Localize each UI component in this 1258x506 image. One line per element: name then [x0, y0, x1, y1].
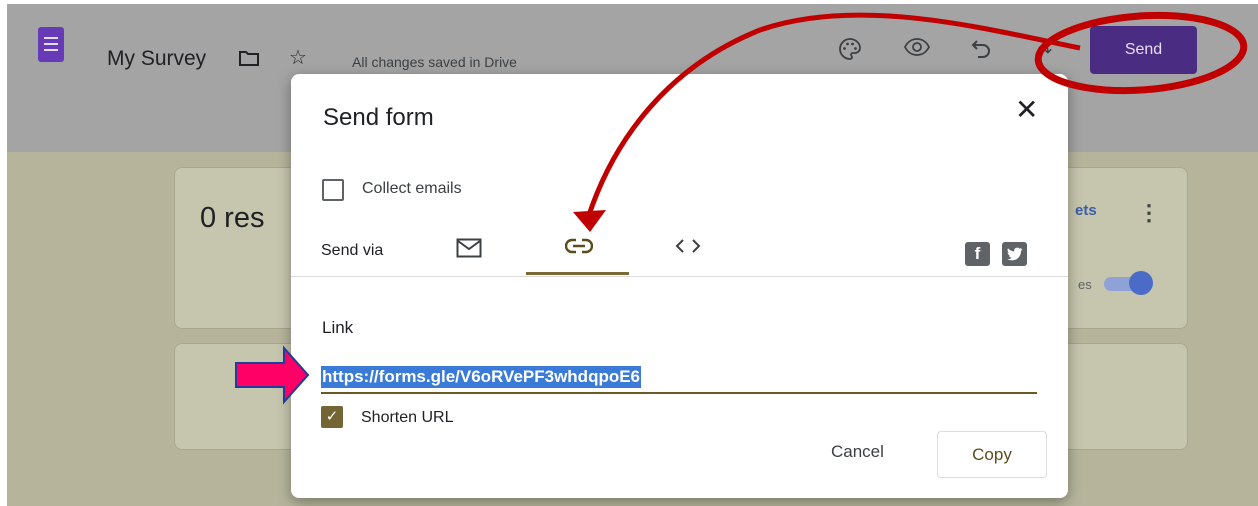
mail-icon	[456, 238, 482, 258]
forms-logo-icon[interactable]	[38, 27, 64, 62]
tabs-divider	[291, 276, 1068, 277]
responses-count: 0 res	[200, 202, 265, 234]
facebook-icon[interactable]: f	[965, 242, 990, 266]
collect-emails-checkbox[interactable]	[322, 179, 344, 201]
send-via-label: Send via	[321, 242, 384, 259]
accepting-responses-label: es	[1078, 277, 1092, 292]
star-icon[interactable]: ☆	[289, 48, 307, 68]
link-url-field[interactable]: https://forms.gle/V6oRVePF3whdqpoE6	[321, 366, 642, 388]
send-button[interactable]: Send	[1090, 26, 1197, 74]
redo-icon[interactable]: ↷	[1037, 40, 1052, 62]
link-label: Link	[322, 318, 354, 337]
more-options-icon[interactable]: ⋮	[1138, 200, 1160, 226]
collect-emails-label: Collect emails	[362, 180, 462, 197]
dialog-title: Send form	[323, 104, 434, 131]
tab-embed[interactable]	[675, 238, 701, 259]
palette-icon[interactable]	[838, 37, 862, 65]
tab-link[interactable]	[564, 238, 594, 259]
link-to-sheets[interactable]: ets	[1075, 202, 1097, 219]
shorten-url-label: Shorten URL	[361, 409, 454, 426]
cancel-button[interactable]: Cancel	[831, 442, 884, 462]
code-icon	[675, 239, 701, 253]
document-title[interactable]: My Survey	[107, 47, 206, 71]
send-form-dialog: Send form ✕ Collect emails Send via f Li…	[291, 74, 1068, 498]
preview-eye-icon[interactable]	[903, 37, 931, 61]
toggle-knob	[1129, 271, 1153, 295]
twitter-icon[interactable]	[1002, 242, 1027, 266]
undo-icon[interactable]	[970, 37, 992, 63]
close-icon[interactable]: ✕	[1015, 96, 1038, 124]
link-icon	[564, 238, 594, 254]
tab-email[interactable]	[456, 238, 482, 263]
copy-button[interactable]: Copy	[937, 431, 1047, 478]
folder-icon[interactable]	[239, 50, 259, 70]
save-status: All changes saved in Drive	[352, 54, 517, 70]
link-field-underline	[321, 392, 1037, 394]
shorten-url-checkbox[interactable]: ✓	[321, 406, 343, 428]
active-tab-indicator	[526, 272, 629, 275]
